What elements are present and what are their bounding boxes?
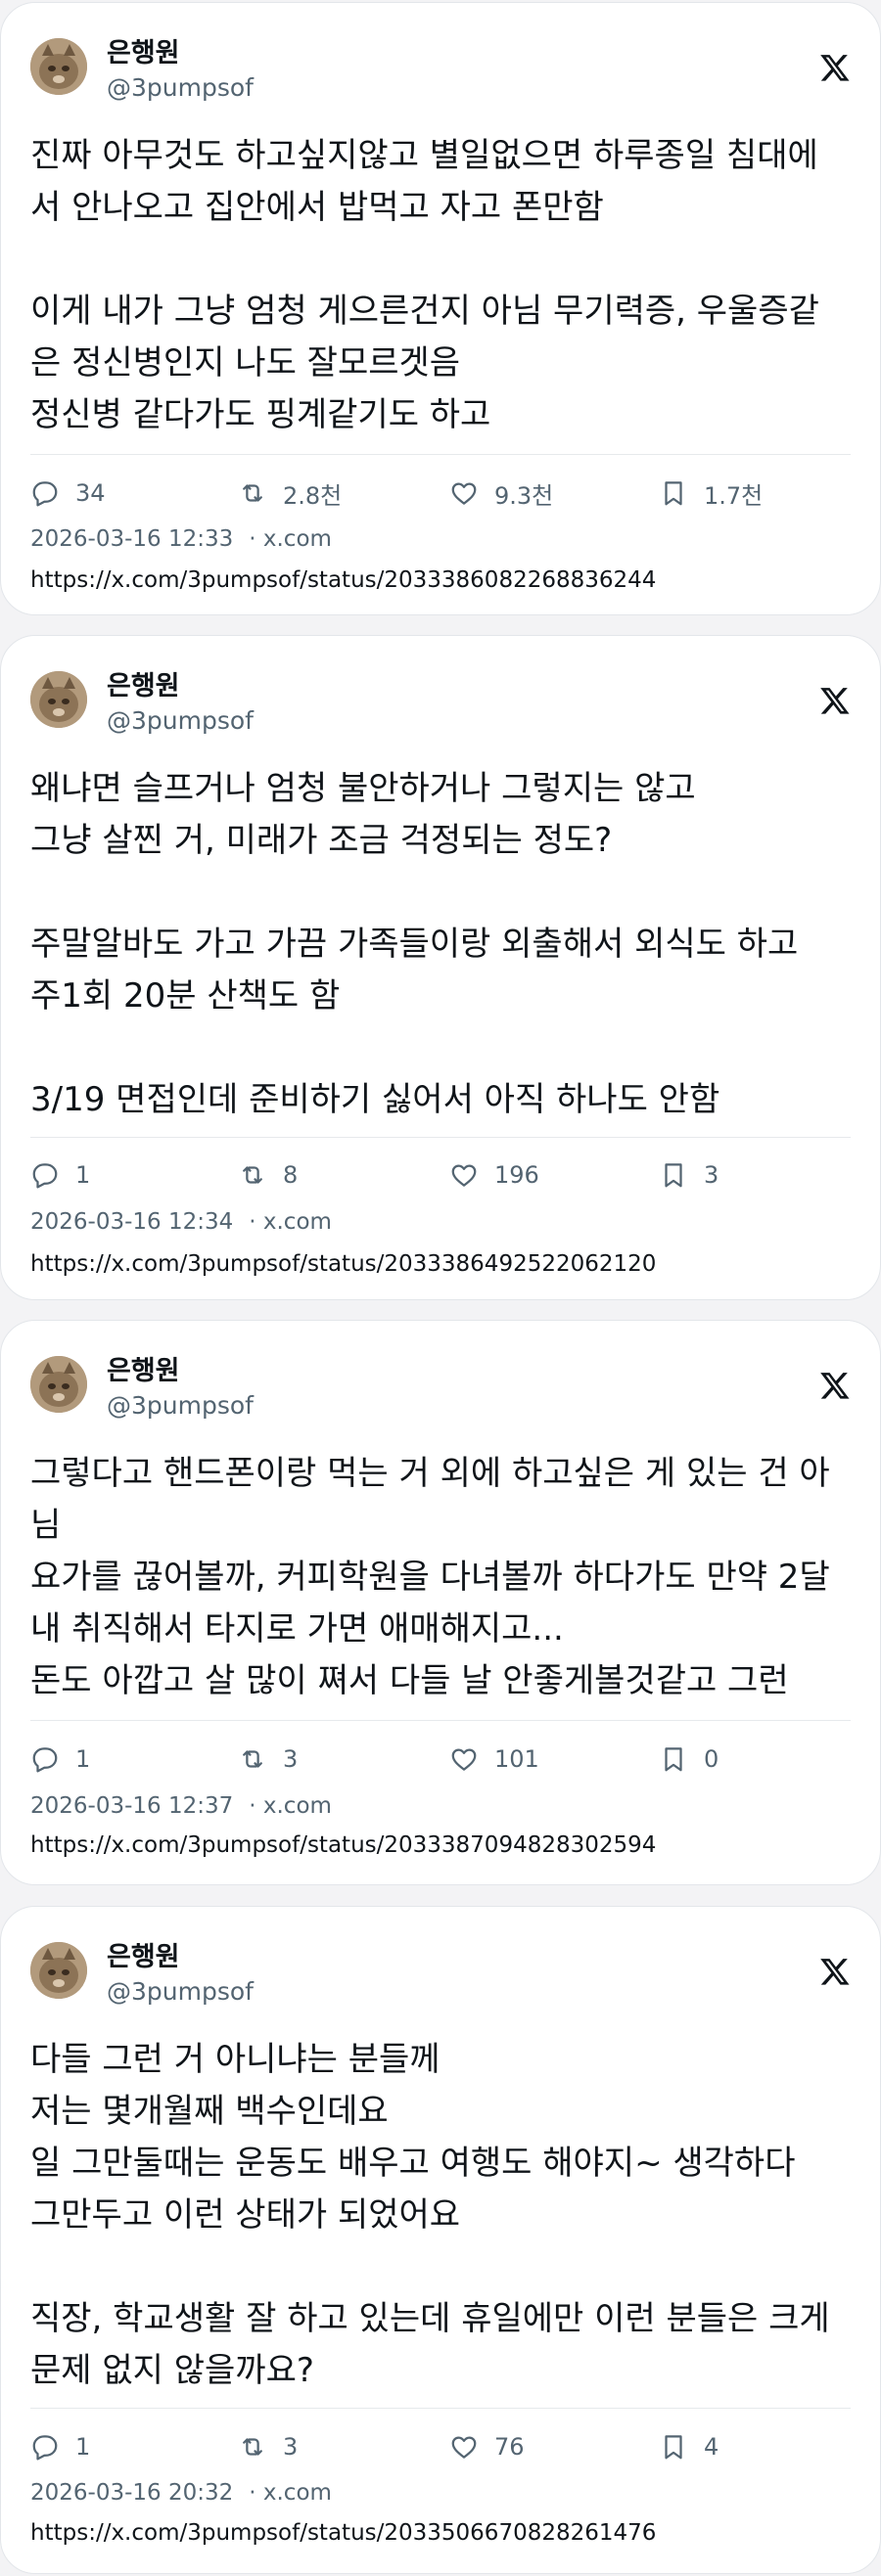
author-name[interactable]: 은행원 [107, 1356, 180, 1387]
repost-button[interactable]: 3 [238, 1741, 298, 1777]
repost-count: 8 [283, 1161, 299, 1189]
author-name[interactable]: 은행원 [107, 1942, 180, 1973]
divider [30, 2408, 851, 2409]
bookmark-count: 3 [704, 1161, 719, 1189]
reply-icon [32, 481, 58, 507]
bookmark-icon [665, 1747, 682, 1772]
repost-icon [243, 1166, 262, 1184]
bookmark-count: 4 [704, 2433, 719, 2461]
like-count: 76 [494, 2433, 525, 2461]
source-label: · x.com [249, 2480, 332, 2506]
author-name[interactable]: 은행원 [107, 671, 180, 702]
action-bar: 1 3 101 0 [30, 1741, 853, 1777]
repost-count: 3 [283, 2433, 299, 2461]
author-handle[interactable]: @3pumpsof [107, 1977, 254, 2007]
author-handle[interactable]: @3pumpsof [107, 706, 254, 736]
reply-button[interactable]: 1 [30, 2429, 90, 2464]
repost-icon [243, 484, 262, 502]
divider [30, 1137, 851, 1138]
repost-button[interactable]: 8 [238, 1157, 298, 1193]
post-url[interactable]: https://x.com/3pumpsof/status/2033386082… [30, 565, 656, 595]
post-url[interactable]: https://x.com/3pumpsof/status/2033386492… [30, 1249, 656, 1279]
source-label: · x.com [249, 526, 332, 552]
bookmark-button[interactable]: 1.7천 [659, 475, 763, 511]
post-text: 다들 그런 거 아니냐는 분들께 저는 몇개월째 백수인데요 일 그만둘때는 운… [30, 2040, 830, 2390]
avatar[interactable] [30, 1942, 87, 1999]
post-meta: 2026-03-16 20:32 · x.com [30, 2478, 332, 2508]
bookmark-count: 0 [704, 1745, 719, 1773]
like-button[interactable]: 101 [449, 1741, 539, 1777]
post-text: 왜냐면 슬프거나 엄청 불안하거나 그렇지는 않고 그냥 살찐 거, 미래가 조… [30, 769, 799, 1119]
divider [30, 1720, 851, 1721]
reply-button[interactable]: 1 [30, 1157, 90, 1193]
reply-icon [32, 1747, 58, 1773]
repost-button[interactable]: 3 [238, 2429, 298, 2464]
post-card[interactable]: 은행원 @3pumpsof 그렇다고 핸드폰이랑 먹는 거 외에 하고싶은 게 … [0, 1320, 881, 1885]
bookmark-button[interactable]: 4 [659, 2429, 719, 2464]
timestamp[interactable]: 2026-03-16 12:37 [30, 1791, 233, 1821]
post-card[interactable]: 은행원 @3pumpsof 진짜 아무것도 하고싶지않고 별일없으면 하루종일 … [0, 2, 881, 615]
reply-button[interactable]: 34 [30, 475, 106, 511]
post-url[interactable]: https://x.com/3pumpsof/status/2033387094… [30, 1830, 656, 1860]
reply-count: 1 [75, 1745, 91, 1773]
divider [30, 454, 851, 455]
post-feed: 은행원 @3pumpsof 진짜 아무것도 하고싶지않고 별일없으면 하루종일 … [0, 0, 881, 2576]
x-logo-icon[interactable] [819, 52, 851, 83]
reply-count: 34 [75, 479, 106, 507]
heart-icon [451, 1164, 477, 1187]
post-text: 그렇다고 핸드폰이랑 먹는 거 외에 하고싶은 게 있는 건 아 님 요가를 끊… [30, 1454, 830, 1700]
bookmark-icon [665, 481, 682, 506]
post-url[interactable]: https://x.com/3pumpsof/status/2033506670… [30, 2518, 656, 2548]
author-handle[interactable]: @3pumpsof [107, 1391, 254, 1421]
timestamp[interactable]: 2026-03-16 20:32 [30, 2478, 233, 2508]
repost-count: 2.8천 [283, 481, 343, 510]
repost-button[interactable]: 2.8천 [238, 475, 342, 511]
action-bar: 1 8 196 3 [30, 1157, 853, 1193]
like-button[interactable]: 196 [449, 1157, 539, 1193]
avatar[interactable] [30, 38, 87, 95]
heart-icon [451, 482, 477, 505]
bookmark-count: 1.7천 [704, 481, 764, 510]
action-bar: 34 2.8천 9.3천 1.7천 [30, 475, 853, 511]
x-logo-icon[interactable] [819, 1370, 851, 1401]
timestamp[interactable]: 2026-03-16 12:34 [30, 1207, 233, 1237]
like-count: 101 [494, 1745, 539, 1773]
x-logo-icon[interactable] [819, 1956, 851, 1987]
post-text: 진짜 아무것도 하고싶지않고 별일없으면 하루종일 침대에 서 안나오고 집안에… [30, 136, 819, 434]
reply-button[interactable]: 1 [30, 1741, 90, 1777]
post-card[interactable]: 은행원 @3pumpsof 왜냐면 슬프거나 엄청 불안하거나 그렇지는 않고 … [0, 635, 881, 1300]
like-button[interactable]: 9.3천 [449, 475, 553, 511]
action-bar: 1 3 76 4 [30, 2429, 853, 2464]
reply-count: 1 [75, 2433, 91, 2461]
reply-count: 1 [75, 1161, 91, 1189]
bookmark-icon [665, 2435, 682, 2460]
bookmark-button[interactable]: 3 [659, 1157, 719, 1193]
repost-icon [243, 2438, 262, 2456]
like-count: 9.3천 [494, 481, 554, 510]
avatar[interactable] [30, 671, 87, 728]
source-label: · x.com [249, 1793, 332, 1819]
like-count: 196 [494, 1161, 539, 1189]
post-meta: 2026-03-16 12:37 · x.com [30, 1791, 332, 1821]
author-name[interactable]: 은행원 [107, 38, 180, 69]
repost-count: 3 [283, 1745, 299, 1773]
source-label: · x.com [249, 1209, 332, 1235]
avatar[interactable] [30, 1356, 87, 1413]
heart-icon [451, 1748, 477, 1771]
like-button[interactable]: 76 [449, 2429, 525, 2464]
repost-icon [243, 1750, 262, 1768]
reply-icon [32, 2435, 58, 2461]
bookmark-button[interactable]: 0 [659, 1741, 719, 1777]
author-handle[interactable]: @3pumpsof [107, 73, 254, 103]
timestamp[interactable]: 2026-03-16 12:33 [30, 524, 233, 554]
x-logo-icon[interactable] [819, 685, 851, 716]
post-meta: 2026-03-16 12:34 · x.com [30, 1207, 332, 1237]
post-meta: 2026-03-16 12:33 · x.com [30, 524, 332, 554]
bookmark-icon [665, 1163, 682, 1188]
heart-icon [451, 2436, 477, 2459]
reply-icon [32, 1163, 58, 1189]
post-card[interactable]: 은행원 @3pumpsof 다들 그런 거 아니냐는 분들께 저는 몇개월째 백… [0, 1906, 881, 2574]
